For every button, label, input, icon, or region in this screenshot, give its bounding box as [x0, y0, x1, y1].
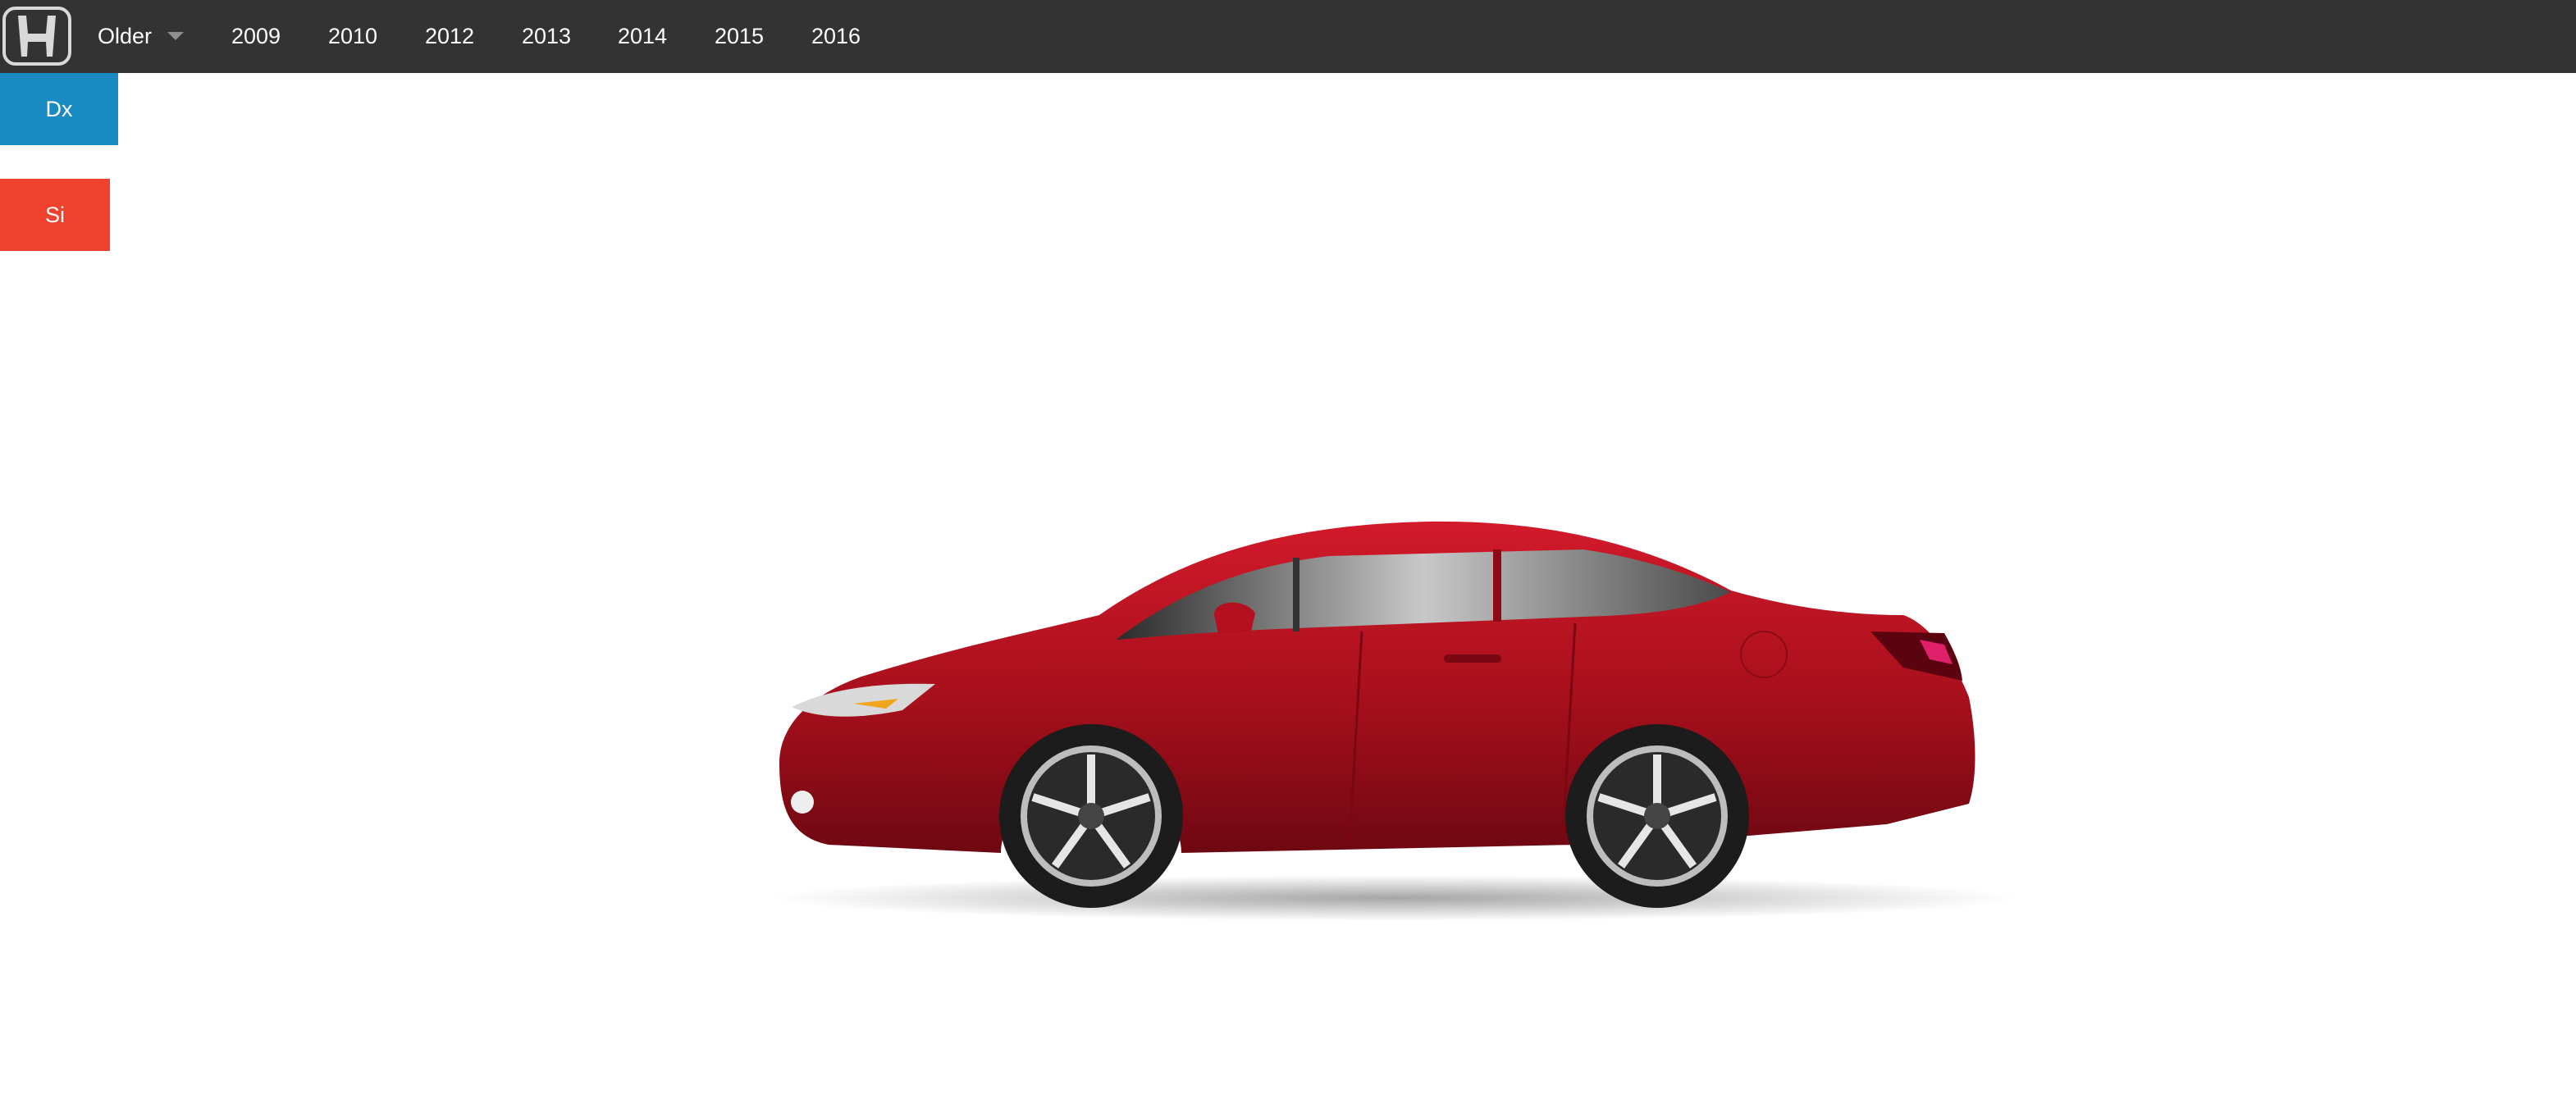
caret-down-icon[interactable]: [167, 32, 184, 40]
year-2013-link[interactable]: 2013: [522, 0, 571, 73]
honda-logo-icon[interactable]: [2, 6, 72, 66]
trim-si-button[interactable]: Si: [0, 179, 110, 251]
older-dropdown[interactable]: Older: [98, 0, 152, 73]
year-2015-link[interactable]: 2015: [715, 0, 764, 73]
year-2014-link[interactable]: 2014: [618, 0, 667, 73]
trim-dx-button[interactable]: Dx: [0, 73, 118, 145]
front-wheel: [999, 724, 1183, 908]
red-coupe-image: [771, 521, 2018, 921]
rear-wheel: [1565, 724, 1749, 908]
top-navigation-bar: Older 2009 2010 2012 2013 2014 2015 2016: [0, 0, 2576, 73]
year-2010-link[interactable]: 2010: [328, 0, 377, 73]
year-2016-link[interactable]: 2016: [811, 0, 861, 73]
year-2009-link[interactable]: 2009: [231, 0, 281, 73]
year-2012-link[interactable]: 2012: [425, 0, 474, 73]
